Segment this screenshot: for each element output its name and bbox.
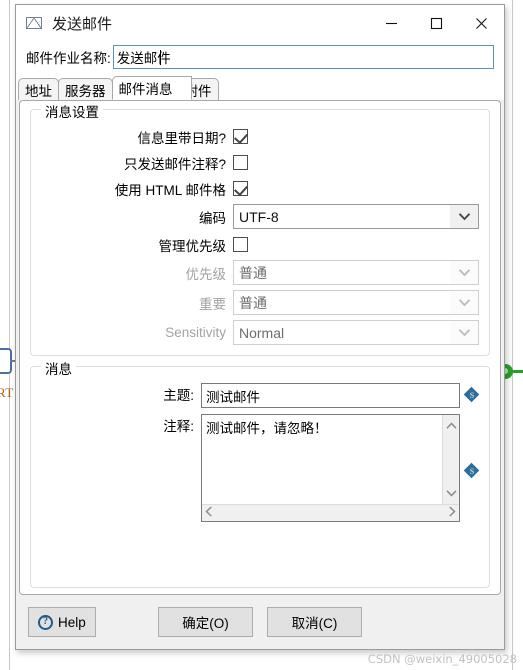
encoding-select[interactable]: UTF-8 bbox=[233, 204, 479, 229]
message-group: 消息 主题: 测试邮件 S 注释: 测试邮件，请忽略！ S bbox=[30, 358, 490, 588]
ok-button[interactable]: 确定(O) bbox=[158, 607, 253, 637]
tab-server[interactable]: 服务器 bbox=[58, 78, 113, 100]
minimize-icon[interactable] bbox=[369, 5, 414, 41]
row-comment: 注释: 测试邮件，请忽略！ S bbox=[41, 414, 480, 522]
include-date-checkbox[interactable] bbox=[233, 129, 248, 144]
variable-diamond-glyph: S bbox=[469, 390, 475, 400]
row-comment-only: 只发送邮件注释? bbox=[41, 152, 479, 173]
variable-diamond-icon[interactable]: S bbox=[463, 386, 480, 403]
row-sensitivity: Sensitivity Normal bbox=[41, 320, 479, 345]
row-subject: 主题: 测试邮件 S bbox=[41, 383, 480, 408]
variable-diamond-glyph: S bbox=[469, 466, 475, 476]
mail-job-name-row: 邮件作业名称: 发送邮件 bbox=[16, 41, 504, 76]
tab-strip-filler bbox=[218, 99, 505, 100]
dialog-footer: ? Help 确定(O) 取消(C) bbox=[16, 595, 504, 649]
chevron-down-icon bbox=[450, 261, 478, 284]
tab-addresses-label: 地址 bbox=[25, 83, 52, 99]
canvas-divider-left bbox=[9, 0, 10, 670]
canvas-divider-right bbox=[512, 0, 513, 670]
window-controls bbox=[369, 5, 504, 41]
include-date-label: 信息里带日期? bbox=[137, 130, 226, 146]
row-priority: 优先级 普通 bbox=[41, 260, 479, 285]
envelope-icon bbox=[26, 17, 42, 29]
manage-priority-checkbox[interactable] bbox=[233, 237, 248, 252]
cancel-button-label: 取消(C) bbox=[291, 616, 338, 631]
tab-strip: 地址 服务器 邮件消息 附件 bbox=[16, 76, 504, 100]
subject-value: 测试邮件 bbox=[206, 389, 260, 405]
message-settings-legend: 消息设置 bbox=[41, 101, 103, 121]
priority-label: 优先级 bbox=[185, 266, 227, 282]
row-include-date: 信息里带日期? bbox=[41, 126, 479, 147]
flow-label-left: RT bbox=[0, 385, 14, 400]
help-button-label: Help bbox=[58, 614, 86, 630]
importance-value: 普通 bbox=[239, 294, 267, 311]
comment-value: 测试邮件，请忽略！ bbox=[206, 421, 328, 436]
priority-value: 普通 bbox=[239, 264, 267, 281]
close-icon[interactable] bbox=[459, 5, 504, 41]
ok-button-label: 确定(O) bbox=[182, 616, 229, 631]
scroll-down-icon[interactable] bbox=[445, 484, 457, 502]
comment-only-label: 只发送邮件注释? bbox=[123, 156, 226, 172]
comment-horizontal-scrollbar[interactable] bbox=[202, 504, 459, 521]
chevron-down-icon[interactable] bbox=[450, 205, 478, 228]
tab-addresses[interactable]: 地址 bbox=[18, 78, 59, 100]
title-bar: 发送邮件 bbox=[16, 5, 504, 41]
use-html-label: 使用 HTML 邮件格 bbox=[114, 182, 226, 198]
tab-mail-message[interactable]: 邮件消息 bbox=[111, 76, 192, 100]
chevron-down-icon bbox=[450, 291, 478, 314]
mail-job-name-input[interactable]: 发送邮件 bbox=[112, 45, 494, 69]
comment-textarea-body-wrap: 测试邮件，请忽略！ bbox=[202, 415, 459, 504]
row-manage-priority: 管理优先级 bbox=[41, 234, 479, 255]
subject-label: 主题: bbox=[163, 388, 194, 403]
row-importance: 重要 普通 bbox=[41, 290, 479, 315]
message-legend: 消息 bbox=[41, 358, 76, 378]
chevron-down-icon bbox=[450, 321, 478, 344]
importance-select: 普通 bbox=[233, 290, 479, 315]
mail-job-name-value: 发送邮件 bbox=[116, 51, 171, 66]
screen: RT 发送邮件 邮件作业名称: 发送邮件 地址 服务器 邮件消息 附件 消息设置… bbox=[0, 0, 523, 670]
scroll-left-icon[interactable] bbox=[205, 504, 213, 522]
help-button[interactable]: ? Help bbox=[28, 607, 96, 637]
sensitivity-label: Sensitivity bbox=[165, 325, 226, 340]
message-settings-group: 消息设置 信息里带日期? 只发送邮件注释? 使用 HTML 邮件格 编码 UTF… bbox=[30, 101, 490, 356]
maximize-icon[interactable] bbox=[414, 5, 459, 41]
scroll-right-icon[interactable] bbox=[448, 504, 456, 522]
manage-priority-label: 管理优先级 bbox=[158, 238, 227, 254]
scroll-up-icon[interactable] bbox=[445, 417, 457, 435]
tab-page-mail-message: 消息设置 信息里带日期? 只发送邮件注释? 使用 HTML 邮件格 编码 UTF… bbox=[19, 100, 501, 595]
send-mail-dialog: 发送邮件 邮件作业名称: 发送邮件 地址 服务器 邮件消息 附件 消息设置 信息… bbox=[15, 4, 505, 650]
subject-input[interactable]: 测试邮件 bbox=[201, 383, 460, 408]
priority-select: 普通 bbox=[233, 260, 479, 285]
watermark: CSDN @weixin_49005028 bbox=[367, 652, 517, 666]
text-caret bbox=[159, 50, 161, 65]
comment-only-checkbox[interactable] bbox=[233, 155, 248, 170]
window-title: 发送邮件 bbox=[52, 15, 113, 33]
cancel-button[interactable]: 取消(C) bbox=[267, 607, 362, 637]
sensitivity-select: Normal bbox=[233, 320, 479, 345]
comment-vertical-scrollbar[interactable] bbox=[442, 415, 459, 504]
comment-label: 注释: bbox=[163, 419, 194, 434]
tab-mail-message-label: 邮件消息 bbox=[118, 82, 173, 97]
row-use-html: 使用 HTML 邮件格 bbox=[41, 178, 479, 199]
importance-label: 重要 bbox=[199, 296, 226, 312]
sensitivity-value: Normal bbox=[239, 324, 285, 341]
row-encoding: 编码 UTF-8 bbox=[41, 204, 479, 229]
use-html-checkbox[interactable] bbox=[233, 181, 248, 196]
comment-textarea[interactable]: 测试邮件，请忽略！ bbox=[201, 414, 460, 522]
question-mark-icon: ? bbox=[38, 614, 53, 630]
tab-server-label: 服务器 bbox=[65, 83, 106, 99]
mail-job-name-label: 邮件作业名称: bbox=[26, 51, 111, 66]
variable-diamond-icon[interactable]: S bbox=[463, 462, 480, 479]
encoding-value: UTF-8 bbox=[239, 208, 279, 225]
encoding-label: 编码 bbox=[199, 210, 226, 226]
